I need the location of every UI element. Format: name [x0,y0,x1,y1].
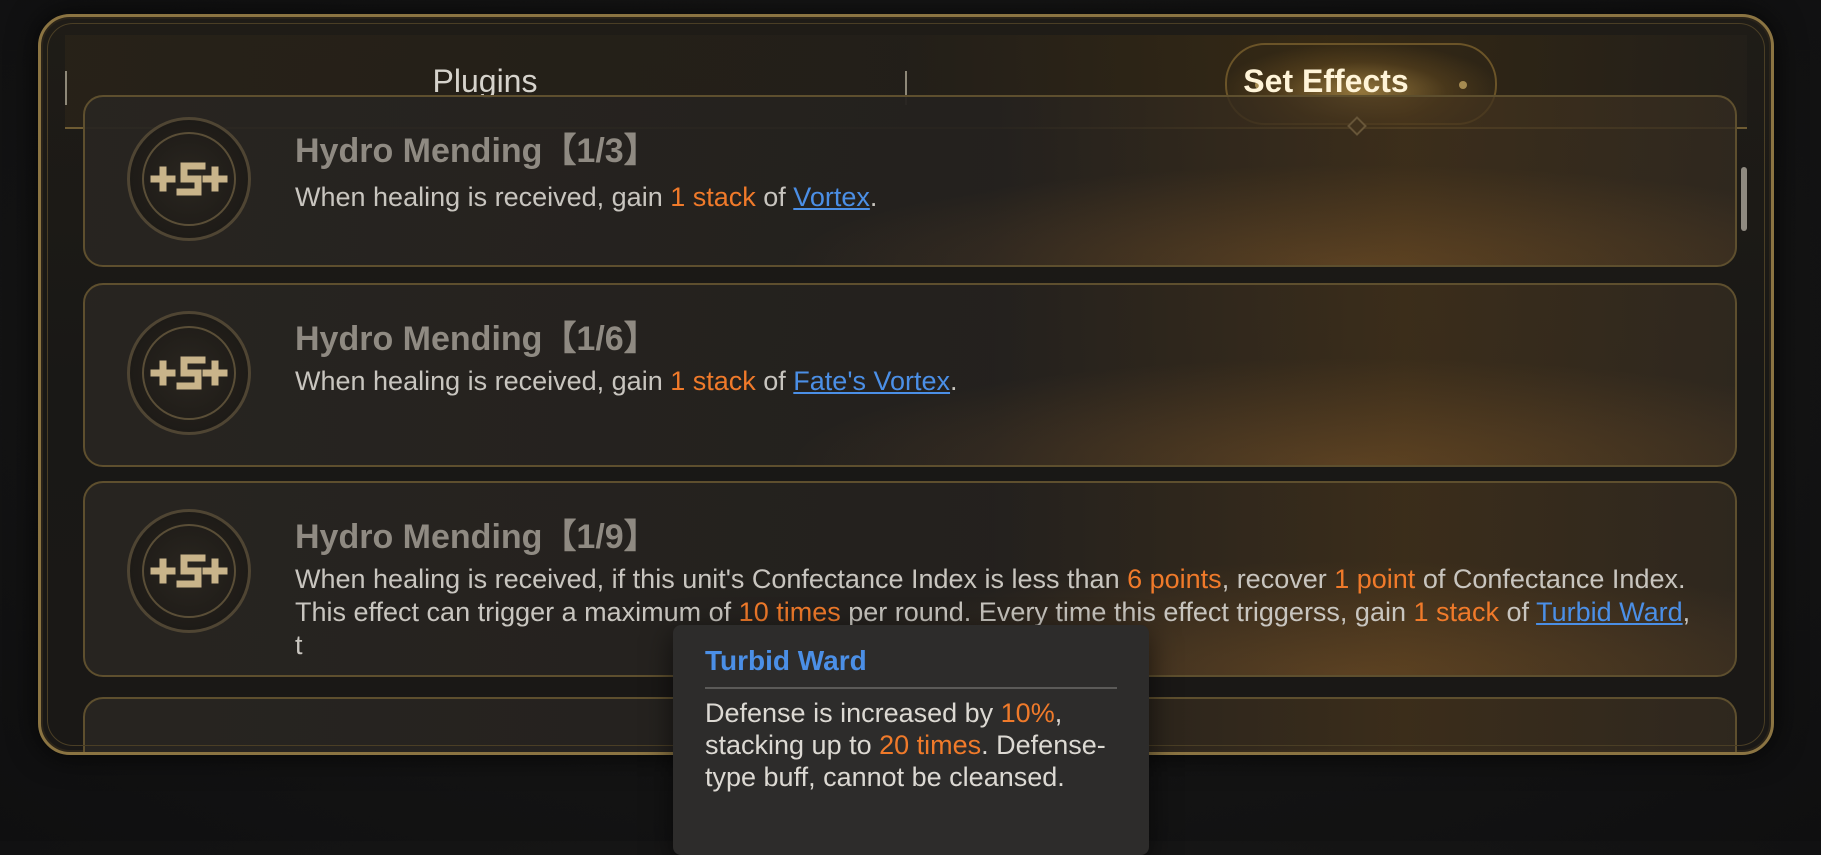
description-text: per round. Every time this effect trigge… [840,597,1414,627]
hydro-mending-emblem-icon [127,311,251,435]
tooltip-body: Defense is increased by 10%, stacking up… [705,697,1129,793]
card-title: Hydro Mending【1/9】 [295,518,658,556]
highlighted-value: 1 stack [670,182,756,212]
card-title: Hydro Mending【1/6】 [295,320,658,358]
highlighted-value: 1 point [1334,564,1416,594]
description-text: . [869,182,878,212]
keyword-link[interactable]: Fate's Vortex [793,366,950,396]
keyword-link[interactable]: Vortex [793,182,870,212]
tooltip-title: Turbid Ward [705,645,867,676]
set-effect-card: Hydro Mending【1/3】 When healing is recei… [83,95,1737,267]
keyword-link[interactable]: Turbid Ward [1536,597,1683,627]
card-title: Hydro Mending【1/3】 [295,132,658,170]
description-text: Defense is increased by [705,698,1001,728]
hydro-mending-emblem-icon [127,509,251,633]
keyword-tooltip: Turbid Ward Defense is increased by 10%,… [673,625,1149,855]
description-text: When healing is received, gain [295,366,671,396]
scrollbar-thumb[interactable] [1741,167,1747,231]
hydro-mending-emblem-icon [127,117,251,241]
description-text: of [1499,597,1537,627]
tooltip-divider [705,687,1117,689]
card-description: When healing is received, gain 1 stack o… [295,365,1705,398]
set-effect-card: Hydro Mending【1/6】 When healing is recei… [83,283,1737,467]
highlighted-value: 10 times [738,597,841,627]
highlighted-value: 1 stack [670,366,756,396]
highlighted-value: 10% [1000,698,1055,728]
description-text: of [755,182,794,212]
description-text: . [950,366,958,396]
card-description: When healing is received, gain 1 stack o… [295,181,1705,214]
description-text: When healing is received, gain [295,182,671,212]
description-text: , recover [1221,564,1335,594]
highlighted-value: 1 stack [1413,597,1500,627]
description-text: When healing is received, if this unit's… [295,564,1128,594]
highlighted-value: 20 times [879,730,982,760]
description-text: of [755,366,794,396]
highlighted-value: 6 points [1127,564,1222,594]
